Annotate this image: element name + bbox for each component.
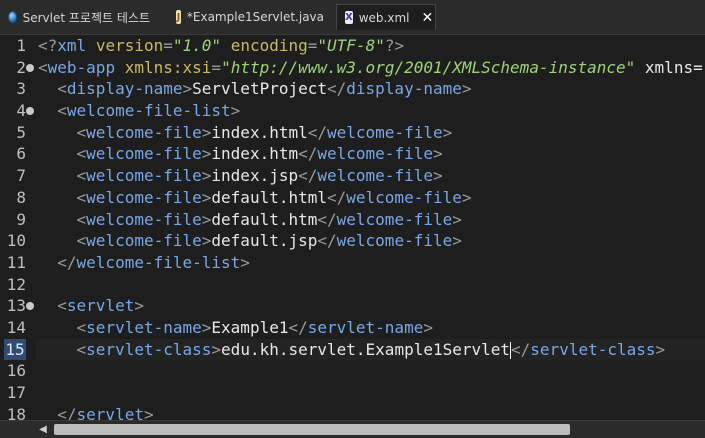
code-text[interactable]: <?xml version="1.0" encoding="UTF-8"?> xyxy=(38,35,404,57)
fold-toggle-icon[interactable] xyxy=(26,302,34,311)
code-line[interactable]: 9 <welcome-file>default.htm</welcome-fil… xyxy=(0,209,705,231)
globe-icon xyxy=(8,11,17,23)
code-text[interactable]: </welcome-file-list> xyxy=(38,252,250,274)
line-number: 17 xyxy=(6,383,26,402)
line-number: 18 xyxy=(6,404,26,420)
line-number: 14 xyxy=(6,317,26,337)
tab-label: Servlet 프로젝트 테스트 xyxy=(22,10,150,25)
line-number: 11 xyxy=(6,252,26,272)
code-text[interactable]: <welcome-file>default.jsp</welcome-file> xyxy=(38,230,462,252)
code-editor[interactable]: 1 <?xml version="1.0" encoding="UTF-8"?> 2… xyxy=(0,35,705,420)
code-line[interactable]: 10 <welcome-file>default.jsp</welcome-fi… xyxy=(0,230,705,252)
code-text[interactable]: <welcome-file>index.html</welcome-file> xyxy=(38,122,453,144)
line-number: 16 xyxy=(6,361,26,381)
line-number: 1 xyxy=(16,36,26,55)
code-text[interactable]: <servlet-name>Example1</servlet-name> xyxy=(38,317,433,339)
code-line[interactable]: 11 </welcome-file-list> xyxy=(0,252,705,274)
line-number: 4 xyxy=(16,101,26,121)
line-number: 2 xyxy=(16,57,26,77)
code-line[interactable]: 16 xyxy=(0,360,705,382)
code-text[interactable]: <welcome-file>default.htm</welcome-file> xyxy=(38,209,462,231)
tab-servlet-project-test[interactable]: Servlet 프로젝트 테스트 xyxy=(0,4,158,30)
code-text[interactable]: <welcome-file>index.htm</welcome-file> xyxy=(38,143,443,165)
line-number: 9 xyxy=(16,209,26,229)
fold-toggle-icon[interactable] xyxy=(26,107,34,116)
xml-file-icon: X xyxy=(345,11,353,24)
line-number: 6 xyxy=(16,144,26,164)
code-text[interactable]: <servlet> xyxy=(38,295,144,317)
line-number: 3 xyxy=(16,79,26,99)
code-text[interactable]: <web-app xmlns:xsi="http://www.w3.org/20… xyxy=(38,57,705,79)
close-tab-icon[interactable]: ✕ xyxy=(421,10,433,26)
scroll-left-icon[interactable]: ◀ xyxy=(36,423,50,436)
code-text[interactable]: <welcome-file-list> xyxy=(38,100,240,122)
code-text[interactable]: <welcome-file>index.jsp</welcome-file> xyxy=(38,165,443,187)
tab-example1servlet-java[interactable]: J *Example1Servlet.java xyxy=(168,4,332,30)
code-line[interactable]: 13 <servlet> xyxy=(0,295,705,317)
code-line[interactable]: 2 <web-app xmlns:xsi="http://www.w3.org/2… xyxy=(0,57,705,79)
code-line[interactable]: 3 <display-name>ServletProject</display-… xyxy=(0,78,705,100)
scrollbar-thumb[interactable] xyxy=(54,424,570,435)
fold-toggle-icon[interactable] xyxy=(26,63,34,72)
line-number: 8 xyxy=(16,187,26,207)
editor-tab-bar: Servlet 프로젝트 테스트 J *Example1Servlet.java… xyxy=(0,0,705,35)
code-text[interactable]: <servlet-class>edu.kh.servlet.Example1Se… xyxy=(38,339,665,361)
line-number: 13 xyxy=(6,296,26,316)
code-line[interactable]: 18 </servlet> xyxy=(0,404,705,420)
line-number: 12 xyxy=(6,274,26,294)
code-text[interactable]: </servlet> xyxy=(38,404,153,420)
code-line[interactable]: 8 <welcome-file>default.html</welcome-fi… xyxy=(0,187,705,209)
code-line[interactable]: 1 <?xml version="1.0" encoding="UTF-8"?> xyxy=(0,35,705,57)
line-number: 7 xyxy=(16,166,26,186)
tab-label: *Example1Servlet.java xyxy=(186,10,324,24)
line-number: 10 xyxy=(6,231,26,251)
tab-label: web.xml xyxy=(358,10,410,25)
code-line[interactable]: 15 <servlet-class>edu.kh.servlet.Example… xyxy=(0,338,705,361)
code-line[interactable]: 7 <welcome-file>index.jsp</welcome-file> xyxy=(0,165,705,187)
line-number: 5 xyxy=(16,122,26,142)
code-line[interactable]: 14 <servlet-name>Example1</servlet-name> xyxy=(0,317,705,339)
code-line[interactable]: 5 <welcome-file>index.html</welcome-file… xyxy=(0,122,705,144)
code-text[interactable]: <welcome-file>default.html</welcome-file… xyxy=(38,187,472,209)
code-line[interactable]: 12 xyxy=(0,274,705,296)
tab-web-xml[interactable]: X web.xml ✕ xyxy=(336,4,436,30)
code-line[interactable]: 4 <welcome-file-list> xyxy=(0,100,705,122)
horizontal-scrollbar[interactable]: ◀ xyxy=(0,420,705,438)
code-line[interactable]: 6 <welcome-file>index.htm</welcome-file> xyxy=(0,143,705,165)
line-number: 15 xyxy=(4,338,26,361)
java-file-icon: J xyxy=(176,10,181,24)
code-line[interactable]: 17 xyxy=(0,382,705,404)
code-text[interactable]: <display-name>ServletProject</display-na… xyxy=(38,78,471,100)
